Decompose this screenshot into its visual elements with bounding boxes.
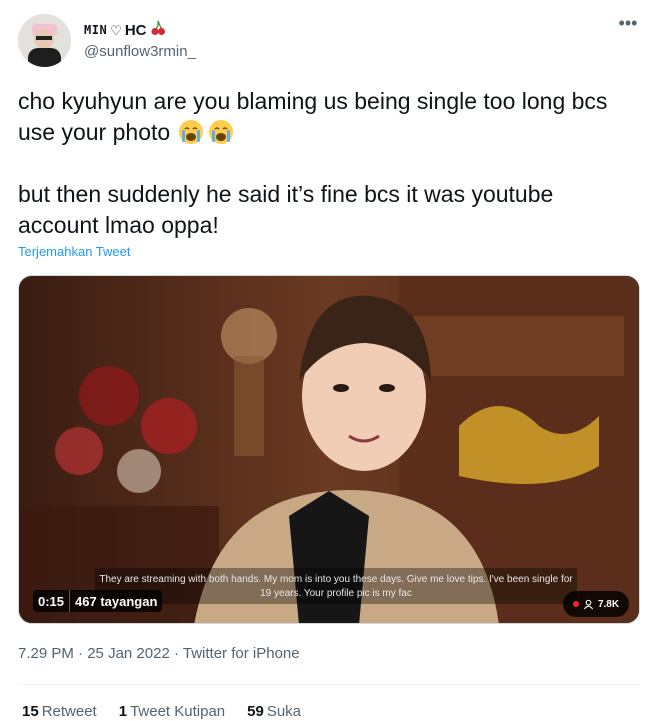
quotes-stat[interactable]: 1 Tweet Kutipan xyxy=(119,703,225,720)
retweets-stat[interactable]: 15 Retweet xyxy=(22,703,97,720)
quotes-label: Tweet Kutipan xyxy=(130,703,226,720)
tweet-paragraph-1: cho kyuhyun are you blaming us being sin… xyxy=(18,86,638,148)
translate-tweet-link[interactable]: Terjemahkan Tweet xyxy=(18,244,131,259)
video-caption: They are streaming with both hands. My m… xyxy=(95,568,577,604)
user-handle[interactable]: @sunflow3rmin_ xyxy=(84,42,196,62)
meta-separator: · xyxy=(173,645,183,662)
more-options-icon[interactable]: ••• xyxy=(616,14,640,36)
tweet-stats: 15 Retweet 1 Tweet Kutipan 59 Suka xyxy=(22,703,301,720)
display-name-suffix: HC xyxy=(124,22,147,39)
likes-stat[interactable]: 59 Suka xyxy=(247,703,301,720)
tweet-paragraph-2: but then suddenly he said it’s fine bcs … xyxy=(18,181,554,238)
cherry-icon xyxy=(150,20,166,41)
video-player[interactable]: They are streaming with both hands. My m… xyxy=(18,275,640,624)
video-views: 467 tayangan xyxy=(75,593,158,609)
video-time-badge: 0:15 467 tayangan xyxy=(33,590,163,612)
tweet-time[interactable]: 7.29 PM xyxy=(18,645,74,662)
live-dot-icon xyxy=(572,601,579,607)
tweet-line-1: cho kyuhyun are you blaming us being sin… xyxy=(18,88,608,145)
display-name[interactable]: MIN ♡ HC xyxy=(84,20,196,41)
divider xyxy=(18,684,640,685)
viewers-count: 7.8K xyxy=(597,598,620,610)
tweet-source[interactable]: Twitter for iPhone xyxy=(183,645,300,662)
meta-separator: · xyxy=(78,645,88,662)
tweet-text: cho kyuhyun are you blaming us being sin… xyxy=(18,86,638,241)
person-icon xyxy=(583,599,594,609)
heart-symbol: ♡ xyxy=(110,23,122,38)
viewers-badge: 7.8K xyxy=(563,591,629,617)
retweets-label: Retweet xyxy=(41,703,97,720)
user-names: MIN ♡ HC @sunflow3rmin_ xyxy=(84,20,196,62)
tweet-header: MIN ♡ HC @sunflow3rmin_ ••• xyxy=(18,14,640,70)
tweet-meta: 7.29 PM · 25 Jan 2022 · Twitter for iPho… xyxy=(18,645,300,662)
quotes-count: 1 xyxy=(118,703,128,720)
display-name-prefix: MIN xyxy=(84,23,108,37)
likes-label: Suka xyxy=(266,703,302,720)
video-time: 0:15 xyxy=(38,593,65,609)
crying-face-emoji-icon xyxy=(178,120,203,144)
tweet-date[interactable]: 25 Jan 2022 xyxy=(87,645,170,662)
crying-face-emoji-icon xyxy=(208,120,233,144)
avatar[interactable] xyxy=(18,14,71,67)
likes-count: 59 xyxy=(247,703,264,720)
retweets-count: 15 xyxy=(22,703,39,720)
